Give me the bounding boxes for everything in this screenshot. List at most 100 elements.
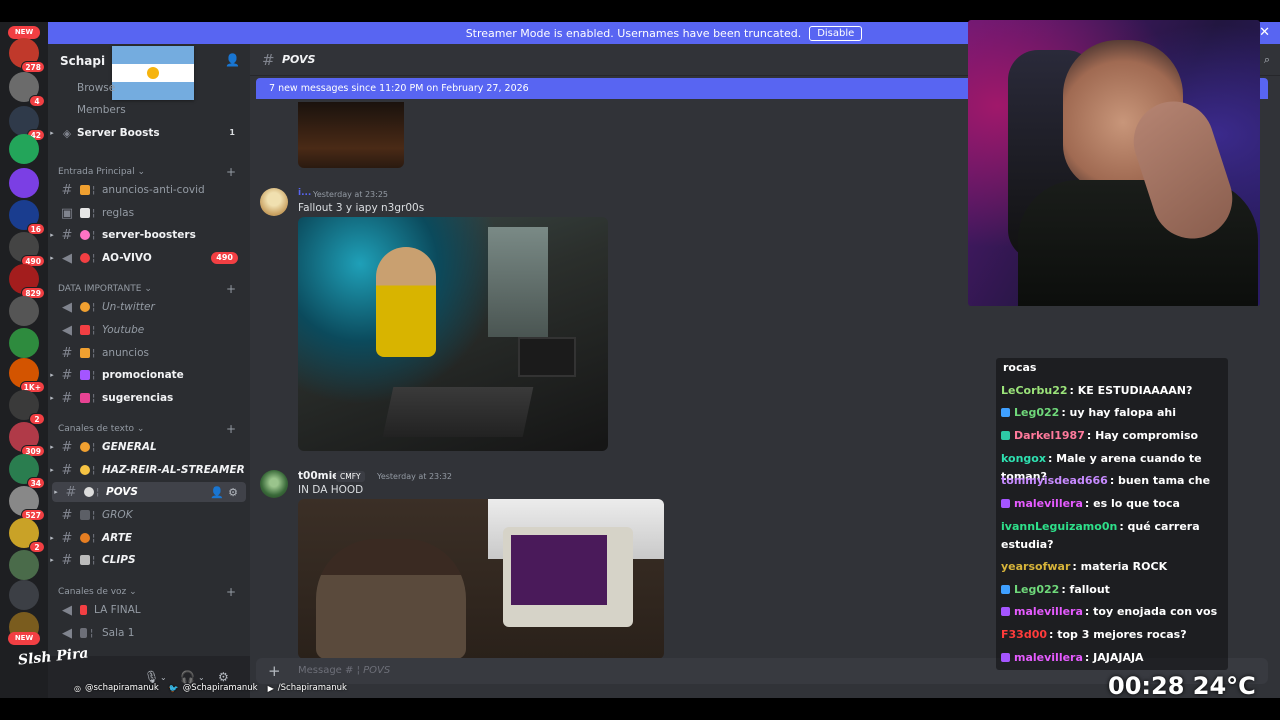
emoji-icon	[80, 555, 90, 565]
server-icon[interactable]	[9, 296, 39, 326]
server-icon[interactable]: 42	[9, 106, 45, 141]
channel-clips[interactable]: ▸ # ¦ CLIPS	[48, 550, 250, 570]
mention-badge: 4	[29, 95, 45, 107]
close-icon[interactable]: ✕	[1259, 25, 1270, 40]
chat-username: Leg022	[1014, 406, 1060, 419]
chat-username: ivannLeguizamo0n	[1001, 520, 1118, 533]
channel-un-twitter[interactable]: ◀ ¦ Un-twitter	[48, 297, 250, 317]
add-channel-icon[interactable]: +	[226, 585, 236, 599]
server-icon[interactable]	[9, 580, 39, 610]
channel-haz-reir[interactable]: ▸ # ¦ HAZ-REIR-AL-STREAMER	[48, 460, 250, 480]
channel-anuncios[interactable]: # ¦ anuncios	[48, 343, 250, 363]
chat-username: kongox	[1001, 452, 1046, 465]
avatar[interactable]	[260, 470, 288, 498]
image-figure	[511, 535, 607, 605]
chat-username: yearsofwar	[1001, 560, 1071, 573]
hash-icon: #	[61, 507, 73, 523]
category-canales-de-voz[interactable]: Canales de voz ⌄ +	[58, 585, 242, 599]
add-member-icon[interactable]: 👤	[210, 486, 224, 499]
server-icon[interactable]: 490	[9, 232, 45, 267]
image-attachment[interactable]	[298, 102, 404, 168]
avatar[interactable]	[260, 188, 288, 216]
emoji-icon	[80, 208, 90, 218]
server-icon[interactable]: 34	[9, 454, 45, 489]
megaphone-icon: ◀	[62, 299, 72, 315]
browse-channels[interactable]: Browse	[48, 78, 250, 98]
chevron-right-icon: ▸	[50, 231, 54, 239]
message-text: Fallout 3 y iapy n3gr00s	[298, 202, 425, 214]
chat-text: : es lo que toca	[1084, 497, 1180, 510]
stream-chat-message: rocas	[1001, 359, 1227, 377]
emoji-icon	[80, 393, 90, 403]
server-icon[interactable]	[9, 550, 39, 580]
search-icon[interactable]: ⌕	[1264, 53, 1270, 67]
server-icon[interactable]: 829	[9, 264, 45, 299]
chevron-right-icon: ▸	[50, 371, 54, 379]
image-attachment[interactable]	[298, 217, 608, 451]
server-icon[interactable]	[9, 134, 39, 164]
chat-text: : fallout	[1061, 583, 1110, 596]
emoji-icon	[80, 465, 90, 475]
add-channel-icon[interactable]: +	[226, 165, 236, 179]
server-icon[interactable]: 278	[9, 38, 45, 73]
disable-streamer-mode-button[interactable]: Disable	[809, 25, 863, 41]
server-boosts-link[interactable]: ▸ ◈ Server Boosts 1	[48, 123, 250, 143]
server-icon[interactable]: 527	[9, 486, 45, 521]
server-icon[interactable]: 309	[9, 422, 45, 457]
category-canales-de-texto[interactable]: Canales de texto ⌄ +	[58, 422, 242, 436]
channel-arte[interactable]: ▸ # ¦ ARTE	[48, 528, 250, 548]
stream-chat-message: Leg022: fallout	[1001, 581, 1227, 599]
channel-youtube[interactable]: ◀ ¦ Youtube	[48, 320, 250, 340]
hash-icon: #	[61, 552, 73, 568]
image-figure	[316, 539, 466, 659]
server-icon[interactable]: 2	[9, 518, 45, 553]
flag-icon	[80, 605, 87, 615]
boosts-count: 1	[229, 128, 235, 137]
gear-icon[interactable]: ⚙	[228, 486, 238, 499]
image-figure	[376, 247, 436, 357]
emoji-icon	[84, 487, 94, 497]
members-link[interactable]: Members	[48, 100, 250, 120]
emoji-icon	[80, 230, 90, 240]
channel-anuncios-anti-covid[interactable]: # ¦ anuncios-anti-covid	[48, 180, 250, 200]
hash-icon: #	[61, 182, 73, 198]
message-author[interactable]: t00mie	[298, 470, 339, 482]
image-attachment[interactable]	[298, 499, 664, 659]
add-channel-icon[interactable]: +	[226, 422, 236, 436]
voice-channel-sala-1[interactable]: ◀ ¦ Sala 1	[48, 623, 250, 643]
hash-icon: #	[61, 367, 73, 383]
server-icon[interactable]: 16	[9, 200, 45, 235]
channel-general[interactable]: ▸ # ¦ GENERAL	[48, 437, 250, 457]
stream-chat-message: malevillera: JAJAJAJA	[1001, 649, 1227, 667]
stream-chat-message: malevillera: toy enojada con vos	[1001, 603, 1227, 621]
stream-chat-message: LeCorbu22: KE ESTUDIAAAAN?	[1001, 382, 1227, 400]
server-icon[interactable]: 1K+	[9, 358, 45, 393]
channel-sugerencias[interactable]: ▸ # ¦ sugerencias	[48, 388, 250, 408]
chat-text: : toy enojada con vos	[1084, 605, 1218, 618]
image-figure	[488, 227, 548, 337]
channel-grok[interactable]: # ¦ GROK	[48, 505, 250, 525]
chat-text: : Hay compromiso	[1086, 429, 1199, 442]
channel-promocionate[interactable]: ▸ # ¦ promocionate	[48, 365, 250, 385]
add-channel-icon[interactable]: +	[226, 282, 236, 296]
category-entrada-principal[interactable]: Entrada Principal ⌄ +	[58, 165, 242, 179]
emoji-icon	[80, 325, 90, 335]
category-data-importante[interactable]: DATA IMPORTANTE ⌄ +	[58, 282, 242, 296]
server-icon[interactable]	[9, 328, 39, 358]
youtube-handle: /Schapiramanuk	[277, 683, 347, 693]
channel-reglas[interactable]: ▣ ¦ reglas	[48, 203, 250, 223]
chevron-right-icon: ▸	[50, 129, 54, 137]
invite-people-icon[interactable]: 👤	[225, 53, 240, 67]
server-icon[interactable]: 4	[9, 72, 45, 107]
channel-povs[interactable]: ▸ # ¦ POVS 👤 ⚙	[52, 482, 246, 502]
chat-username: F33d00	[1001, 628, 1048, 641]
twitter-icon: 🐦	[168, 683, 179, 693]
server-icon[interactable]	[9, 168, 39, 198]
voice-channel-la-final[interactable]: ◀ LA FINAL	[48, 600, 250, 620]
add-attachment-icon[interactable]: +	[268, 662, 281, 680]
message-author[interactable]: i...	[298, 188, 311, 198]
server-icon[interactable]: 2	[9, 390, 45, 425]
channel-ao-vivo[interactable]: ▸ ◀ ¦ AO-VIVO 490	[48, 248, 250, 268]
channel-server-boosters[interactable]: ▸ # ¦ server-boosters	[48, 225, 250, 245]
server-name: Schapi	[60, 54, 106, 68]
